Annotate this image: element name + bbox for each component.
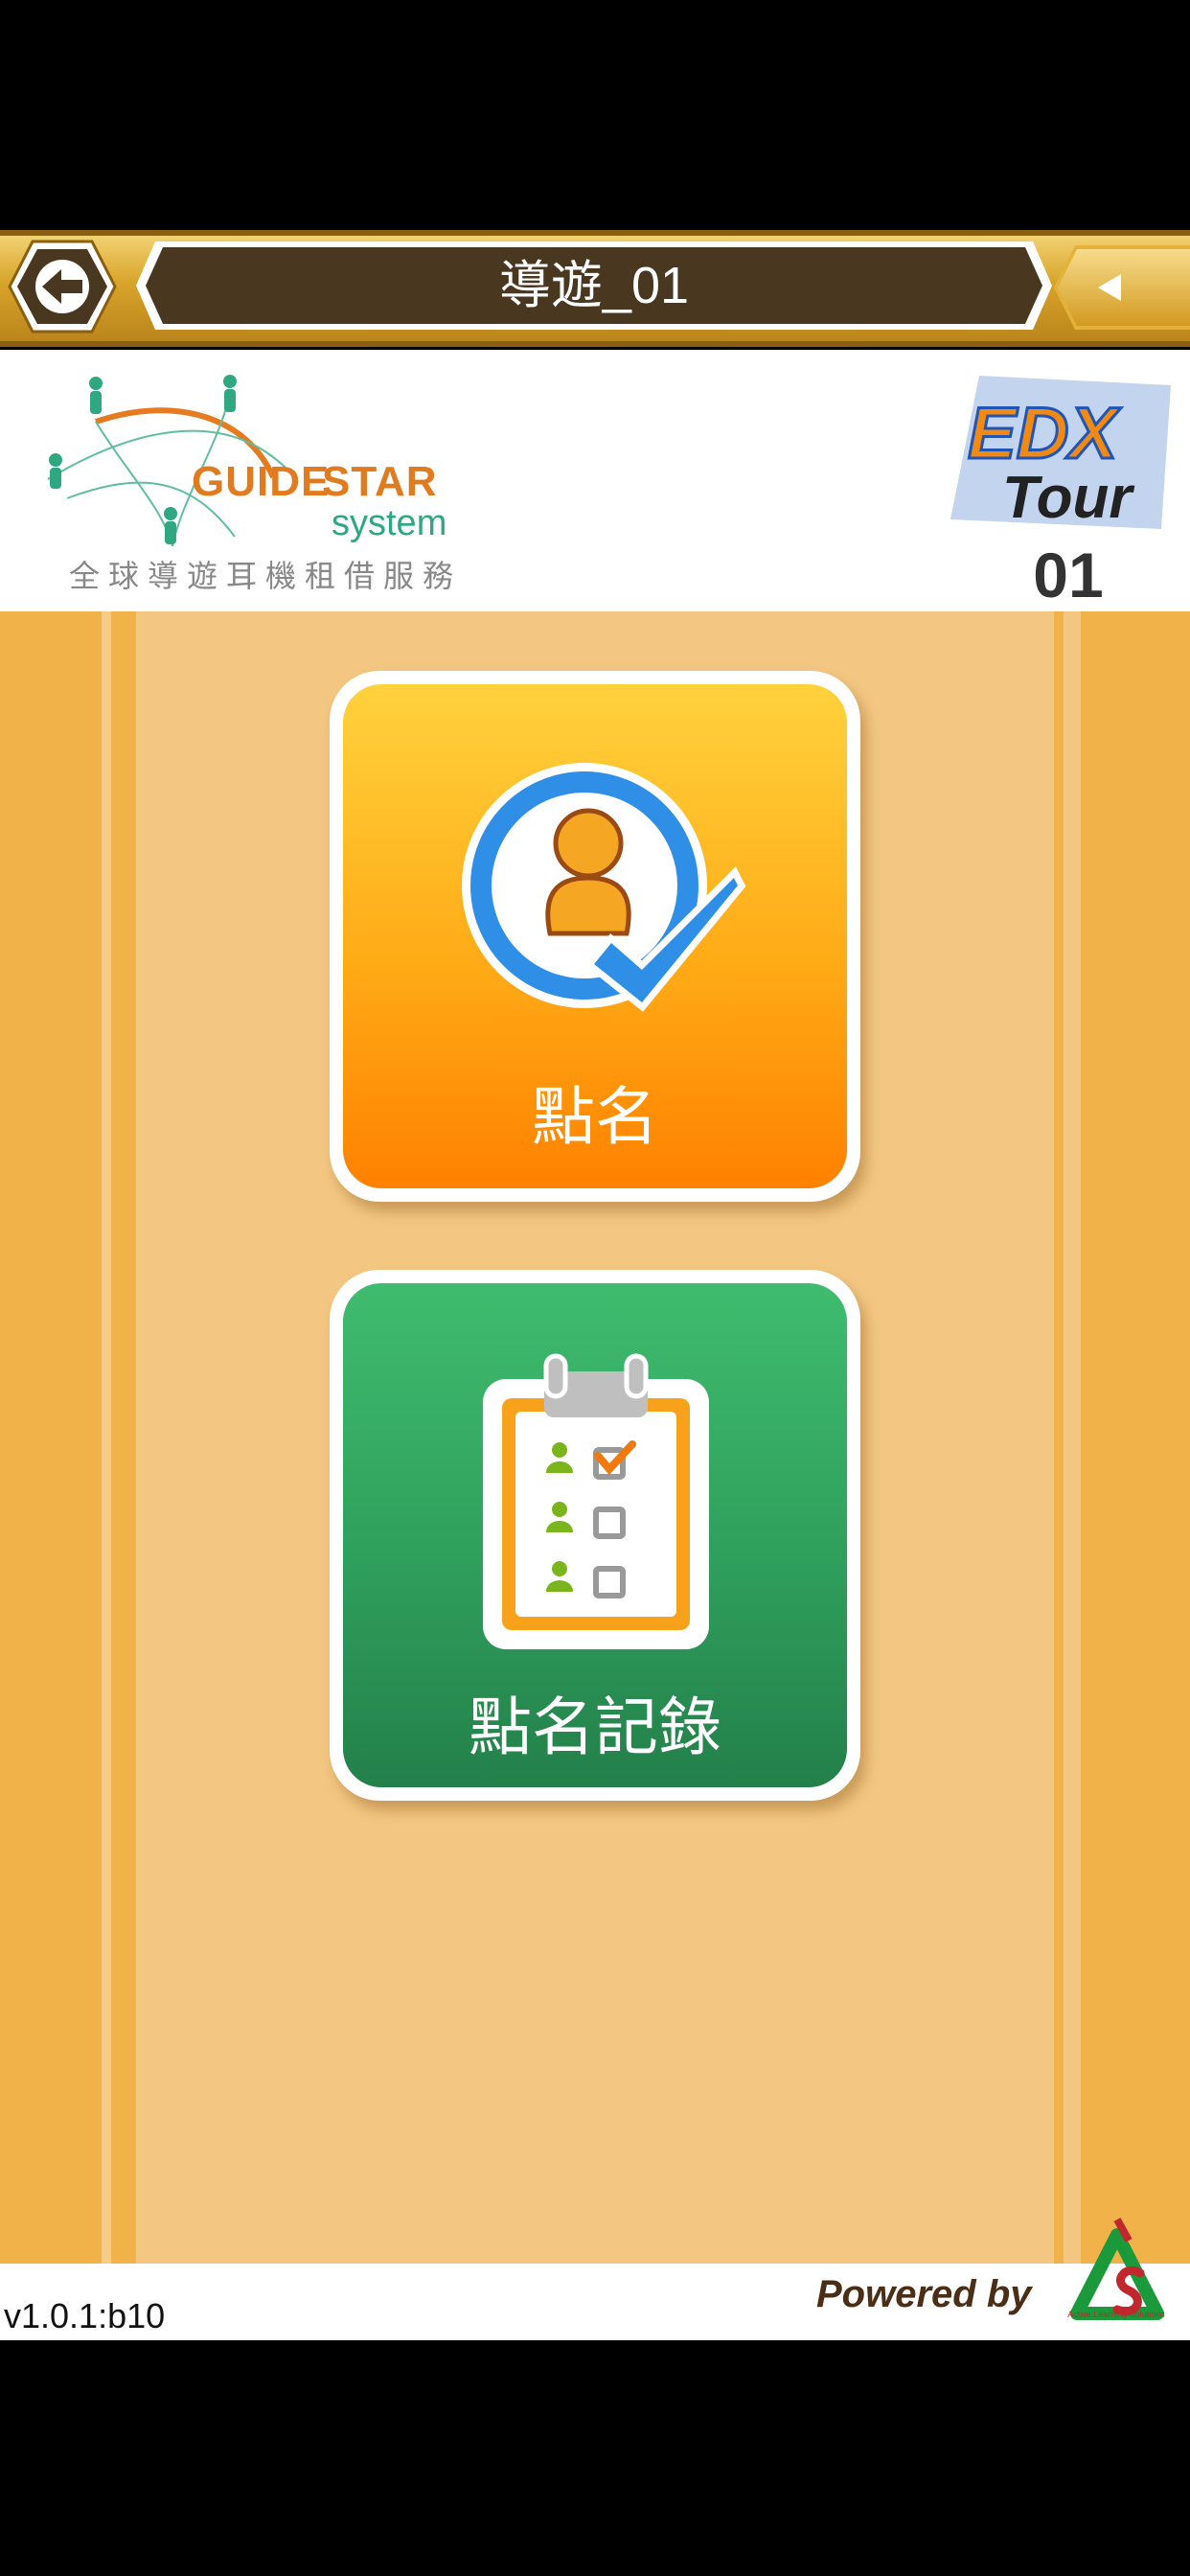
edx-text: EDX (968, 393, 1122, 474)
side-pillar-right (1081, 611, 1190, 2264)
guidestar-wordmark-star: STAR (322, 458, 438, 505)
version-label: v1.0.1:b10 (4, 2296, 166, 2335)
rollcall-label: 點名 (532, 1080, 658, 1154)
rollcall-history-label: 點名記錄 (469, 1690, 721, 1764)
tour-number: 01 (1033, 540, 1104, 610)
tour-text: Tour (1002, 465, 1134, 531)
top-bar-stripe (0, 341, 1190, 347)
side-pillar-left-highlight (102, 611, 111, 2264)
person-check-icon (462, 763, 746, 1012)
guidestar-system-text: system (332, 503, 447, 543)
guidestar-wordmark-guide: GUIDE (192, 458, 331, 505)
als-caption: Active Learning Solutions (1067, 2310, 1165, 2319)
powered-by-text: Powered by (816, 2273, 1032, 2315)
rollcall-button[interactable]: 點名 (330, 671, 860, 1202)
side-pillar-left-inner (111, 611, 136, 2264)
side-pillar-right-inner (1054, 611, 1064, 2264)
back-button[interactable] (6, 238, 119, 335)
edx-tour-logo: EDX Tour (950, 376, 1171, 531)
guidestar-tagline: 全球導遊耳機租借服務 (69, 558, 463, 594)
rollcall-history-button[interactable]: 點名記錄 (330, 1270, 860, 1801)
page-title: 導遊_01 (498, 257, 690, 314)
clipboard-checklist-icon (483, 1353, 709, 1649)
top-bar-stripe (0, 230, 1190, 236)
rollcall-button-face: 點名 (343, 684, 847, 1188)
menu-toggle-button[interactable] (1054, 245, 1190, 330)
side-pillar-left (0, 611, 102, 2264)
rollcall-history-button-face: 點名記錄 (343, 1283, 847, 1787)
